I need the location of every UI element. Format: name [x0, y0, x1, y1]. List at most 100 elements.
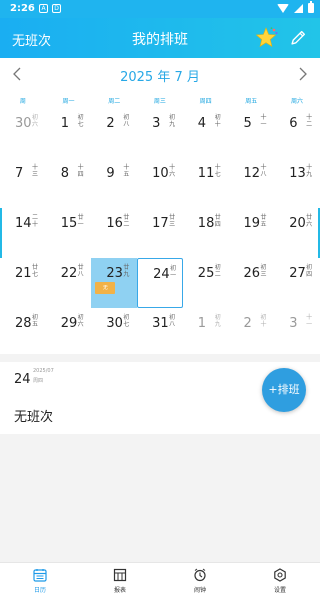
detail-date: 2025/07: [33, 368, 54, 374]
calendar-day-cell[interactable]: 10 十六: [137, 158, 183, 208]
day-number: 20: [289, 216, 306, 231]
wifi-icon: [277, 3, 289, 13]
edit-icon[interactable]: [290, 29, 307, 46]
nav-label: 闹钟: [193, 587, 206, 594]
bottom-nav: 日历 报表 闹钟 设置: [0, 562, 320, 600]
weekday-label: 周五: [245, 98, 258, 105]
day-number: 13: [289, 166, 306, 181]
detail-weekday: 周四: [33, 378, 44, 384]
nav-label: 日历: [33, 587, 46, 594]
calendar-day-cell[interactable]: 21 廿七: [0, 258, 46, 308]
calendar-day-cell[interactable]: 20 廿六: [274, 208, 320, 258]
edge-accent: [0, 208, 2, 258]
day-number: 11: [197, 166, 215, 181]
calendar-day-cell[interactable]: 3 初九: [137, 108, 183, 158]
day-number: 3: [152, 116, 161, 131]
weekday-label: 周一: [62, 98, 75, 105]
calendar-day-cell[interactable]: 29 初六: [46, 308, 92, 358]
lunar-date: 十一: [260, 114, 267, 128]
lunar-date: 十八: [260, 164, 267, 178]
lunar-date: 初四: [306, 264, 313, 278]
nav-item-alarm[interactable]: 闹钟: [160, 563, 240, 600]
day-number: 17: [152, 216, 169, 231]
day-number: 25: [197, 266, 215, 281]
calendar-day-cell[interactable]: 23 廿九无: [91, 258, 138, 308]
lunar-date: 初九: [214, 314, 221, 328]
lunar-date: 十三: [31, 164, 38, 178]
nav-item-calendar[interactable]: 日历: [0, 563, 80, 600]
calendar-day-cell[interactable]: 28 初五: [0, 308, 46, 358]
calendar-day-cell[interactable]: 30 初六: [0, 108, 46, 158]
nav-item-report[interactable]: 报表: [80, 563, 160, 600]
calendar-day-cell[interactable]: 16 廿二: [91, 208, 137, 258]
calendar-day-cell[interactable]: 7 十三: [0, 158, 46, 208]
lunar-date: 十五: [123, 164, 130, 178]
calendar-day-cell[interactable]: 15 廿一: [46, 208, 92, 258]
day-number: 4: [197, 116, 207, 131]
day-number: 23: [106, 266, 123, 281]
lunar-date: 初三: [260, 264, 267, 278]
calendar-day-cell[interactable]: 8 十四: [46, 158, 92, 208]
day-number: 21: [15, 266, 32, 281]
detail-shift: 无班次: [14, 410, 54, 425]
report-icon: [80, 568, 160, 582]
day-number: 18: [197, 216, 215, 231]
star-icon[interactable]: [255, 26, 279, 50]
weekday-label: 周四: [199, 98, 212, 105]
calendar-day-cell[interactable]: 1 初七: [46, 108, 92, 158]
month-nav: 2025 年 7 月: [0, 58, 320, 90]
calendar-day-cell[interactable]: 26 初三: [229, 258, 275, 308]
day-number: 31: [152, 316, 169, 331]
calendar-day-cell[interactable]: 17 廿三: [137, 208, 183, 258]
nav-label: 报表: [113, 587, 126, 594]
calendar: 2025 年 7 月 周周一 周二 周三 周四 周五 周六 30 初六 1 初七 2 初八 3 初九 4 初…: [0, 58, 320, 354]
lunar-date: 廿二: [123, 214, 130, 228]
day-number: 3: [289, 316, 298, 331]
settings-icon: [240, 568, 320, 582]
day-number: 30: [15, 116, 32, 131]
weekday-label: 周三: [153, 98, 166, 105]
lunar-date: 初一: [170, 265, 177, 279]
nav-item-settings[interactable]: 设置: [240, 563, 320, 600]
calendar-day-cell[interactable]: 24 初一: [137, 258, 183, 308]
calendar-day-cell[interactable]: 25 初二: [183, 258, 229, 308]
add-shift-button[interactable]: +排班: [262, 368, 306, 412]
calendar-day-cell[interactable]: 14 二十: [0, 208, 46, 258]
day-number: 2: [106, 116, 115, 131]
day-number: 15: [60, 216, 78, 231]
chevron-right-icon[interactable]: [294, 66, 310, 82]
calendar-day-cell[interactable]: 9 十五: [91, 158, 137, 208]
nav-label: 设置: [273, 587, 286, 594]
lunar-date: 初十: [214, 114, 221, 128]
calendar-day-cell[interactable]: 27 初四: [274, 258, 320, 308]
calendar-day-cell[interactable]: 22 廿八: [46, 258, 92, 308]
day-number: 14: [15, 216, 32, 231]
day-number: 9: [106, 166, 115, 181]
calendar-day-cell[interactable]: 31 初八: [137, 308, 183, 358]
lunar-date: 初七: [77, 114, 84, 128]
calendar-day-cell[interactable]: 1 初九: [183, 308, 229, 358]
lunar-date: 初六: [31, 114, 38, 128]
status-bar: 2:26 A D: [0, 0, 320, 18]
status-icons: [277, 1, 314, 13]
lunar-date: 十四: [77, 164, 84, 178]
lunar-date: 初八: [123, 114, 130, 128]
calendar-day-cell[interactable]: 19 廿五: [229, 208, 275, 258]
app-header: 无班次 我的排班: [0, 18, 320, 58]
lunar-date: 初八: [169, 314, 176, 328]
calendar-day-cell[interactable]: 2 初十: [229, 308, 275, 358]
calendar-day-cell[interactable]: 12 十八: [229, 158, 275, 208]
calendar-day-cell[interactable]: 2 初八: [91, 108, 137, 158]
calendar-day-cell[interactable]: 30 初七: [91, 308, 137, 358]
signal-icon: [294, 3, 303, 13]
calendar-day-cell[interactable]: 6 十二: [274, 108, 320, 158]
calendar-day-cell[interactable]: 18 廿四: [183, 208, 229, 258]
calendar-day-cell[interactable]: 3 十一: [274, 308, 320, 358]
lunar-date: 十一: [306, 314, 313, 328]
calendar-day-cell[interactable]: 5 十一: [229, 108, 275, 158]
calendar-day-cell[interactable]: 11 十七: [183, 158, 229, 208]
weekday-label: 周六: [290, 98, 303, 105]
day-number: 1: [197, 316, 207, 331]
calendar-day-cell[interactable]: 13 十九: [274, 158, 320, 208]
calendar-day-cell[interactable]: 4 初十: [183, 108, 229, 158]
